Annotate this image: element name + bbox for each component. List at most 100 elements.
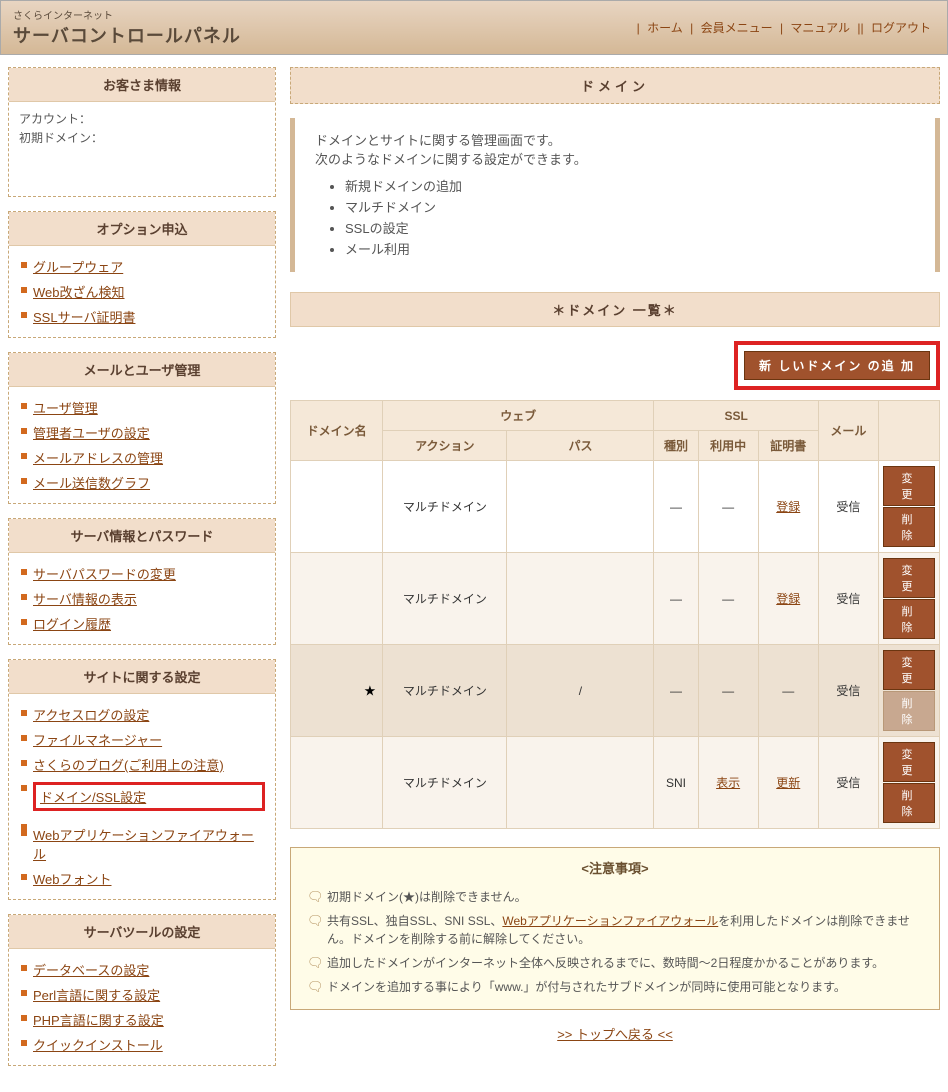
desc-line1: ドメインとサイトに関する管理画面です。 [315,130,915,149]
sidebar-link[interactable]: サーバ情報の表示 [33,592,137,607]
sidebar-item: アクセスログの設定 [19,702,265,727]
cell-cert: 更新 [758,737,818,829]
cert-link[interactable]: 登録 [776,592,800,606]
edit-button[interactable]: 変 更 [883,558,935,598]
sidebar-link[interactable]: Perl言語に関する設定 [33,988,160,1003]
header-subtitle: さくらインターネット [13,7,241,22]
sidebar-item: クイックインストール [19,1032,265,1057]
delete-button[interactable]: 削 除 [883,599,935,639]
edit-button[interactable]: 変 更 [883,742,935,782]
cell-inuse: ― [698,553,758,645]
cell-mail: 受信 [818,737,878,829]
cell-cert: 登録 [758,553,818,645]
nav-manual[interactable]: マニュアル [790,21,850,35]
inuse-link[interactable]: 表示 [716,776,740,790]
sidebar-link[interactable]: アクセスログの設定 [33,708,149,723]
cell-domain-name: ★ [291,645,383,737]
add-domain-button[interactable]: 新 しいドメイン の追 加 [744,351,930,380]
cell-actions: 変 更削 除 [879,737,940,829]
sidebar-link[interactable]: ファイルマネージャー [33,733,162,748]
sidebar-link[interactable]: SSLサーバ証明書 [33,310,135,325]
sidebar-item: メール送信数グラフ [19,470,265,495]
th-cert: 証明書 [758,431,818,461]
table-row: ★マルチドメイン/―――受信変 更削 除 [291,645,940,737]
delete-button[interactable]: 削 除 [883,507,935,547]
sidebar-link[interactable]: 管理者ユーザの設定 [33,426,150,441]
sidebar-item: Perl言語に関する設定 [19,982,265,1007]
sidebar-highlight: ドメイン/SSL設定 [33,782,265,811]
cell-path: / [507,645,654,737]
cell-inuse: ― [698,645,758,737]
sidebar-item: グループウェア [19,254,265,279]
cell-actions: 変 更削 除 [879,553,940,645]
sidebar-section: メールとユーザ管理ユーザ管理管理者ユーザの設定メールアドレスの管理メール送信数グ… [8,352,276,504]
cell-kind: ― [654,553,698,645]
nav-logout[interactable]: ログアウト [871,21,931,35]
desc-line2: 次のようなドメインに関する設定ができます。 [315,149,915,168]
sidebar-link[interactable]: メール送信数グラフ [33,476,150,491]
edit-button[interactable]: 変 更 [883,466,935,506]
page-title: ドメイン [290,67,940,104]
cell-kind: ― [654,461,698,553]
note-line: 共有SSL、独自SSL、SNI SSL、Webアプリケーションファイアウォールを… [305,909,925,951]
sidebar-link[interactable]: グループウェア [33,260,123,275]
sidebar-link[interactable]: Web改ざん検知 [33,285,125,300]
sidebar-section-title: オプション申込 [9,212,275,246]
delete-button: 削 除 [883,691,935,731]
sidebar-link[interactable]: ドメイン/SSL設定 [40,790,146,805]
th-ssl: SSL [654,401,818,431]
sidebar-link[interactable]: データベースの設定 [33,963,149,978]
note-line: ドメインを追加する事により「www.」が付与されたサブドメインが同時に使用可能と… [305,975,925,999]
back-to-top-link[interactable]: >> トップへ戻る << [557,1027,673,1042]
cell-path [507,553,654,645]
customer-info-box: お客さま情報 アカウント： 初期ドメイン： [8,67,276,197]
cell-domain-name [291,737,383,829]
add-domain-highlight: 新 しいドメイン の追 加 [734,341,940,390]
sidebar-link[interactable]: ユーザ管理 [33,401,98,416]
sidebar-item: ユーザ管理 [19,395,265,420]
desc-bullet: SSLの設定 [345,218,915,237]
sidebar-item: SSLサーバ証明書 [19,304,265,329]
th-domain: ドメイン名 [291,401,383,461]
header: さくらインターネット サーバコントロールパネル | ホーム | 会員メニュー |… [0,0,948,55]
table-row: マルチドメインSNI表示更新受信変 更削 除 [291,737,940,829]
sidebar-link[interactable]: ログイン履歴 [33,617,111,632]
cell-mail: 受信 [818,645,878,737]
sidebar-item: ログイン履歴 [19,611,265,636]
cell-cert: ― [758,645,818,737]
th-mail: メール [818,401,878,461]
sidebar-item: メールアドレスの管理 [19,445,265,470]
sidebar-item: 管理者ユーザの設定 [19,420,265,445]
nav-member[interactable]: 会員メニュー [701,21,773,35]
header-title: サーバコントロールパネル [13,22,241,48]
sidebar-item: Webアプリケーションファイアウォール [19,822,265,866]
sidebar-link[interactable]: Webアプリケーションファイアウォール [33,828,254,862]
description-box: ドメインとサイトに関する管理画面です。 次のようなドメインに関する設定ができます… [290,118,940,272]
nav-home[interactable]: ホーム [647,21,683,35]
note-link[interactable]: Webアプリケーションファイアウォール [502,914,718,928]
sidebar-section-title: サーバツールの設定 [9,915,275,949]
cell-actions: 変 更削 除 [879,461,940,553]
cell-inuse: ― [698,461,758,553]
cert-link[interactable]: 登録 [776,500,800,514]
sidebar-link[interactable]: さくらのブログ(ご利用上の注意) [33,758,224,773]
sidebar-link[interactable]: クイックインストール [33,1038,163,1053]
delete-button[interactable]: 削 除 [883,783,935,823]
sidebar-link[interactable]: メールアドレスの管理 [33,451,163,466]
sidebar-link[interactable]: Webフォント [33,872,112,887]
sidebar-link[interactable]: PHP言語に関する設定 [33,1013,164,1028]
sidebar-item: ファイルマネージャー [19,727,265,752]
cell-action: マルチドメイン [383,645,507,737]
sidebar-item: Webフォント [19,866,265,891]
edit-button[interactable]: 変 更 [883,650,935,690]
header-nav: | ホーム | 会員メニュー | マニュアル || ログアウト [637,19,935,36]
desc-bullet: マルチドメイン [345,197,915,216]
note-line: 初期ドメイン(★)は削除できません。 [305,885,925,909]
sidebar-item: さくらのブログ(ご利用上の注意) [19,752,265,777]
sidebar-link[interactable]: サーバパスワードの変更 [33,567,176,582]
cert-link[interactable]: 更新 [776,776,800,790]
cell-domain-name [291,553,383,645]
customer-info-title: お客さま情報 [9,68,275,102]
th-action: アクション [383,431,507,461]
cell-actions: 変 更削 除 [879,645,940,737]
